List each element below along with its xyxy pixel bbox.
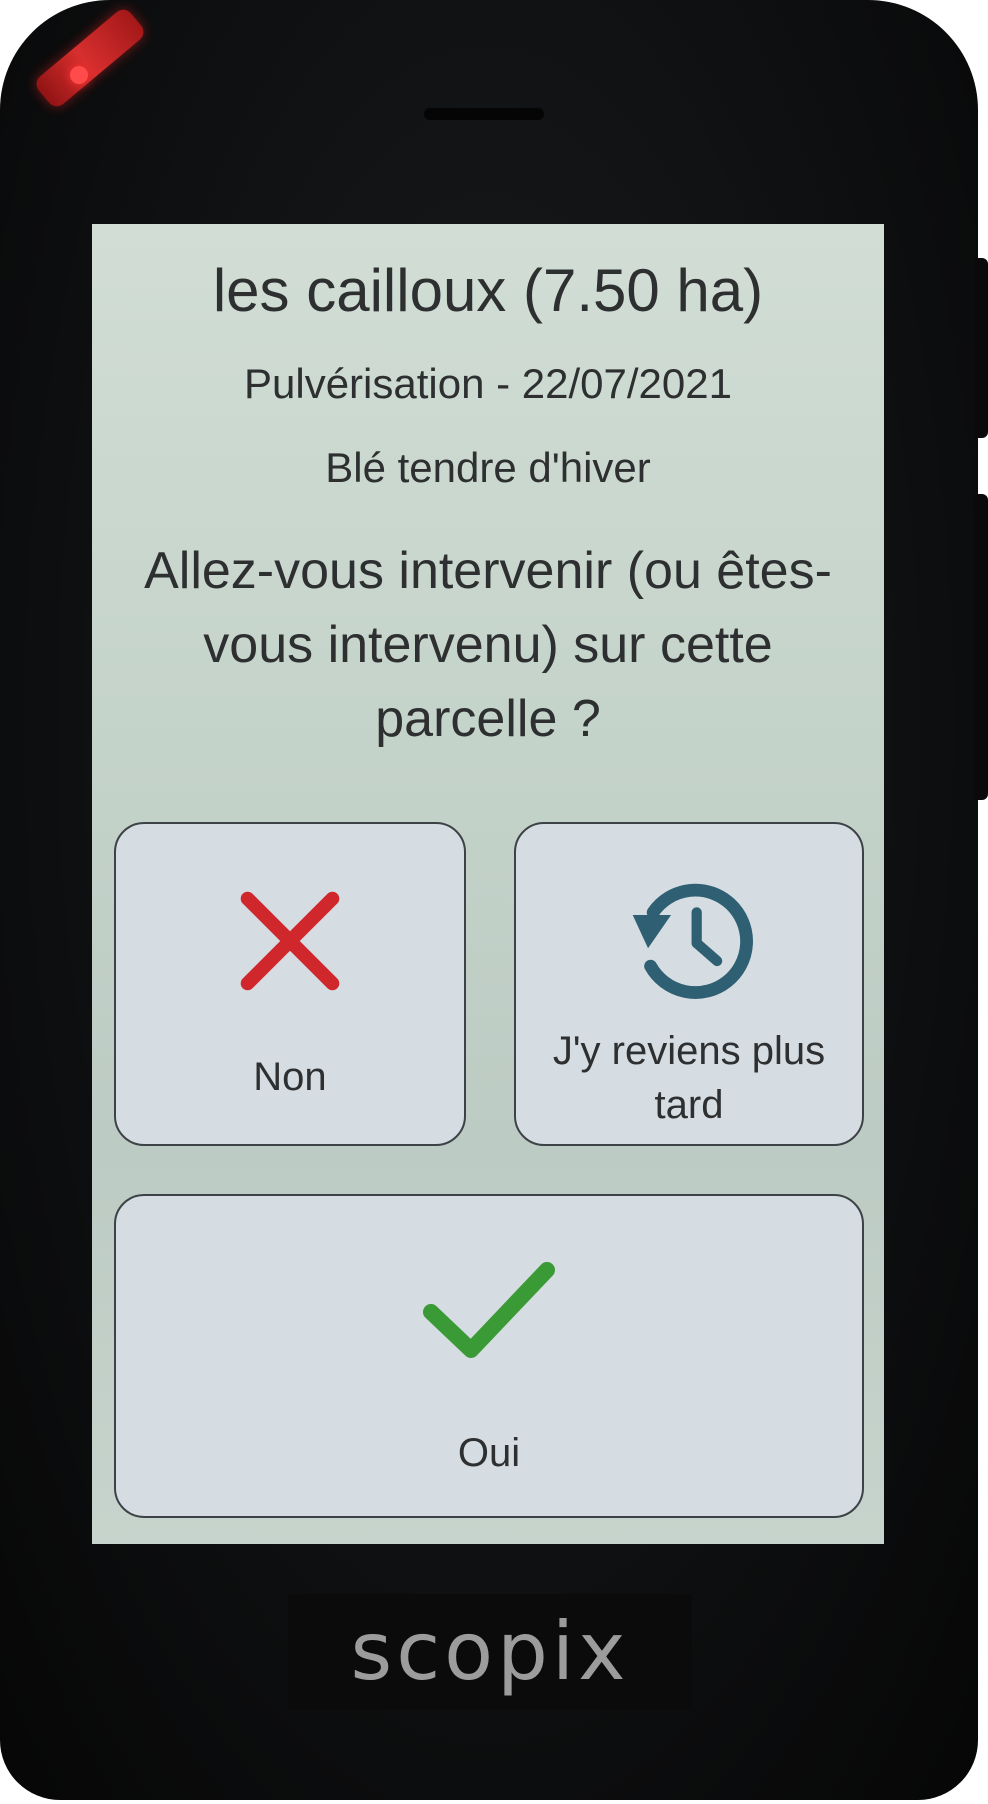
earpiece-speaker bbox=[424, 108, 544, 120]
parcel-title: les cailloux (7.50 ha) bbox=[212, 257, 764, 324]
intervention-subtitle: Pulvérisation - 22/07/2021 bbox=[244, 360, 732, 407]
no-button[interactable]: Non bbox=[114, 822, 466, 1146]
yes-button-label: Oui bbox=[457, 1431, 521, 1475]
later-button[interactable]: J'y reviens plus tard bbox=[514, 822, 864, 1146]
yes-button[interactable]: Oui bbox=[114, 1194, 864, 1518]
screen: les cailloux (7.50 ha) Pulvérisation - 2… bbox=[92, 224, 884, 1544]
question-text: Allez-vous intervenir (ou êtes-vous inte… bbox=[144, 542, 832, 748]
close-icon bbox=[240, 891, 340, 991]
crop-label: Blé tendre d'hiver bbox=[325, 444, 651, 491]
status-led-dot bbox=[70, 66, 88, 84]
power-button bbox=[974, 494, 988, 800]
brand-logo: scopix bbox=[288, 1594, 692, 1710]
device-frame: les cailloux (7.50 ha) Pulvérisation - 2… bbox=[0, 0, 988, 1800]
history-icon bbox=[632, 883, 753, 999]
status-led bbox=[32, 5, 148, 111]
later-button-label: J'y reviens plus tard bbox=[552, 1029, 826, 1127]
check-icon bbox=[423, 1262, 555, 1358]
no-button-label: Non bbox=[253, 1055, 327, 1099]
volume-button bbox=[974, 258, 988, 438]
